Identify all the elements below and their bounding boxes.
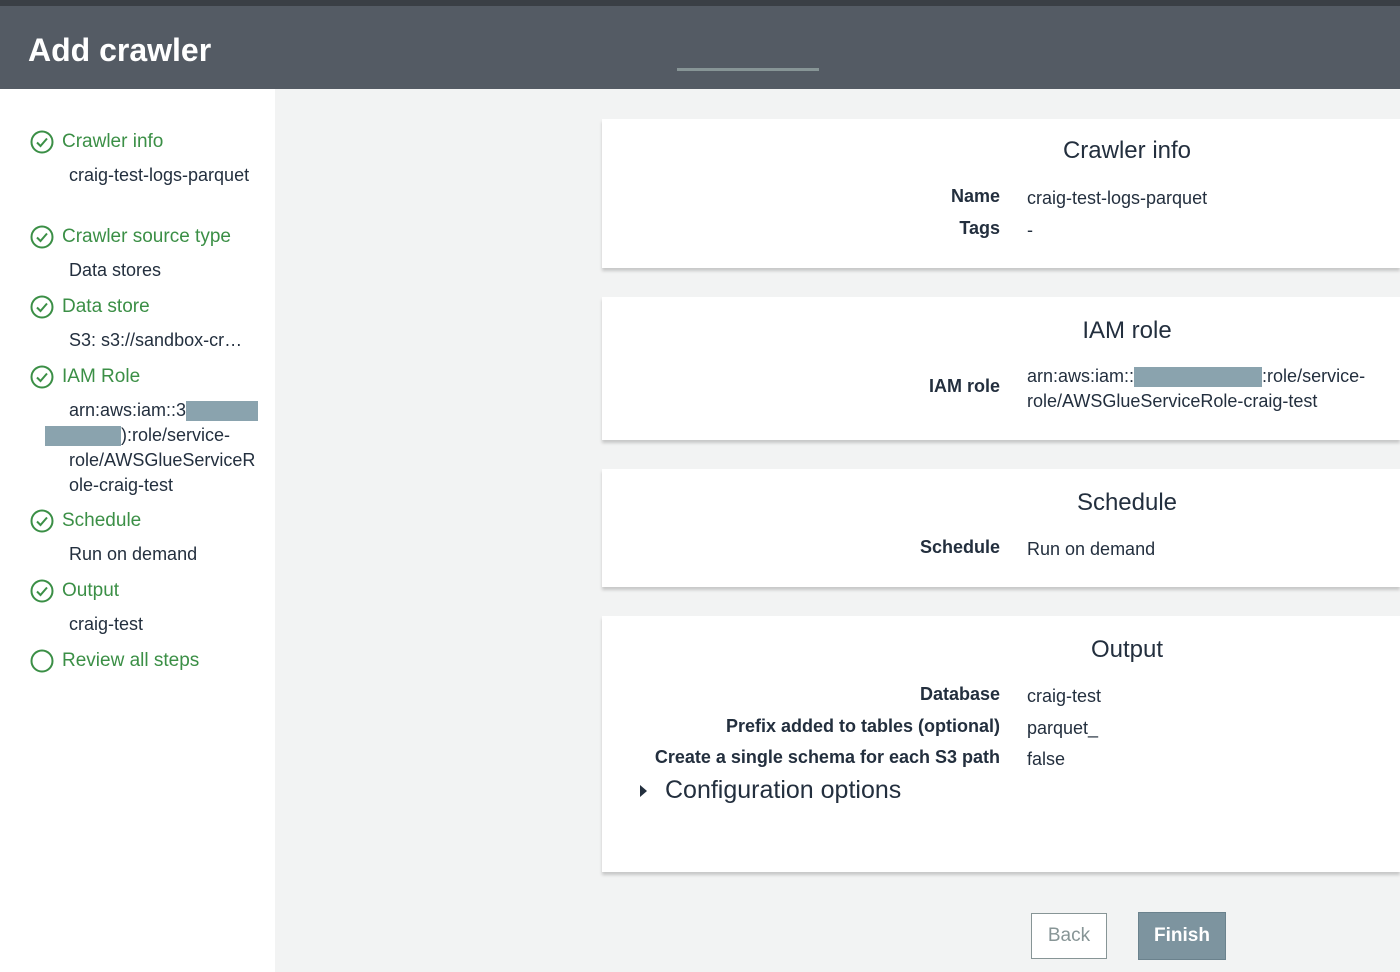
field-value: parquet_ [1027,718,1099,738]
check-circle-icon [30,225,54,249]
back-button[interactable]: Back [1031,913,1107,959]
progress-indicator [677,68,819,71]
iam-arn-prefix: arn:aws:iam::3 [69,400,187,420]
panel-title: Schedule [1076,489,1178,516]
field-label: Prefix added to tables (optional) [725,716,1000,736]
kv-row-name: Name craig-test-logs-parquet [602,186,1400,214]
configuration-options-toggle[interactable]: Configuration options [640,776,901,805]
step-data-store[interactable]: Data store S3: s3://sandbox-cr… [30,294,270,353]
step-schedule[interactable]: Schedule Run on demand [30,508,270,567]
panel-title: Crawler info [1062,137,1192,164]
field-label: Tags [959,218,1000,238]
page-header: Add crawler [0,0,1400,89]
field-value: false [1027,749,1066,769]
check-circle-icon [30,130,54,154]
step-detail: arn:aws:iam::3 ):role/service-role/AWSGl… [45,398,264,498]
redacted-account-id [1134,367,1263,388]
check-circle-icon [30,295,54,319]
field-label: IAM role [928,376,1000,396]
step-detail: craig-test [69,614,144,634]
step-detail: Run on demand [69,544,198,564]
field-label: Name [950,186,1000,206]
field-value: - [1027,220,1033,240]
step-title[interactable]: Crawler info [62,131,163,153]
check-circle-icon [30,509,54,533]
caret-right-icon [640,784,647,797]
check-circle-icon [30,579,54,603]
panel-title: IAM role [1082,317,1172,344]
panel-title: Output [1090,636,1164,663]
step-crawler-info[interactable]: Crawler info craig-test-logs-parquet [30,129,270,188]
field-value: craig-test-logs-parquet [1027,188,1208,208]
redacted-account-id [186,401,259,422]
step-detail: S3: s3://sandbox-cr… [69,330,243,350]
kv-row-database: Database craig-test [602,684,1400,712]
step-detail: Data stores [69,260,162,280]
kv-row-single-schema: Create a single schema for each S3 path … [602,747,1400,775]
iam-role-panel: IAM role IAM role arn:aws:iam:::role/ser… [602,297,1400,440]
step-title[interactable]: Output [62,580,119,602]
step-title[interactable]: Data store [62,296,150,318]
kv-row-table-prefix: Prefix added to tables (optional) parque… [602,716,1400,744]
redacted-account-id [45,426,121,447]
step-title[interactable]: Crawler source type [62,226,231,248]
field-label: Create a single schema for each S3 path [654,747,1000,767]
check-circle-icon [30,365,54,389]
kv-row-tags: Tags - [602,218,1400,246]
kv-row-iam-role: IAM role arn:aws:iam:::role/service-role… [602,364,1400,420]
output-panel: Output Database craig-test Prefix added … [602,616,1400,872]
finish-button[interactable]: Finish [1138,912,1226,960]
field-label: Database [919,684,1000,704]
wizard-sidebar: Crawler info craig-test-logs-parquet Cra… [0,89,275,972]
field-value: craig-test [1027,686,1102,706]
step-title[interactable]: Review all steps [62,650,199,672]
circle-icon [30,649,54,673]
page-title: Add crawler [28,32,212,68]
step-iam-role[interactable]: IAM Role arn:aws:iam::3 ):role/service-r… [30,364,270,498]
field-value: arn:aws:iam:::role/service-role/AWSGlueS… [1027,364,1387,414]
crawler-info-panel: Crawler info Name craig-test-logs-parque… [602,119,1400,268]
field-value: Run on demand [1027,539,1156,559]
step-review-all-steps[interactable]: Review all steps [30,648,270,674]
field-label: Schedule [919,537,1000,557]
kv-row-schedule: Schedule Run on demand [602,537,1400,565]
step-output[interactable]: Output craig-test [30,578,270,637]
configuration-options-label[interactable]: Configuration options [665,776,901,805]
step-detail: craig-test-logs-parquet [69,165,250,185]
step-title[interactable]: IAM Role [62,366,140,388]
schedule-panel: Schedule Schedule Run on demand [602,469,1400,587]
iam-arn-prefix: arn:aws:iam:: [1027,366,1135,386]
step-title[interactable]: Schedule [62,510,141,532]
step-crawler-source-type[interactable]: Crawler source type Data stores [30,224,270,283]
